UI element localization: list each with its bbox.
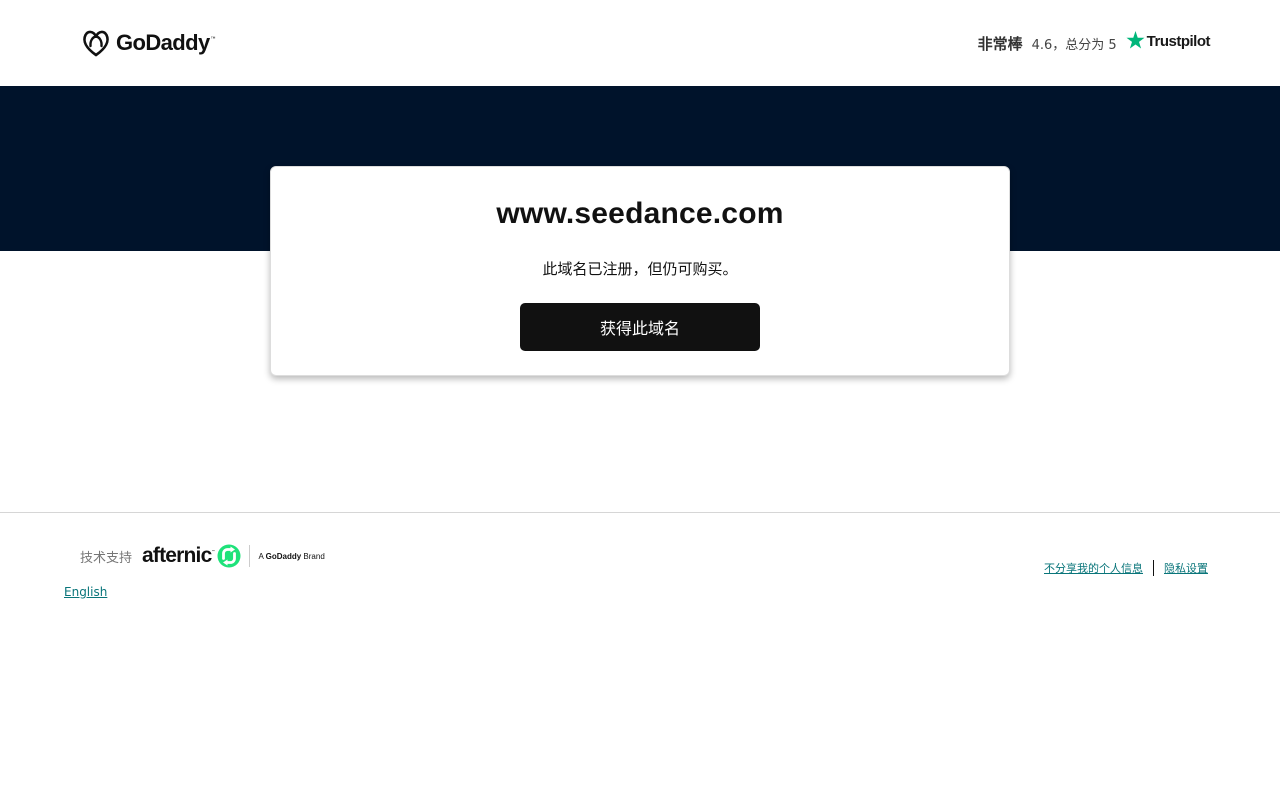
brand-note-prefix: A xyxy=(258,551,264,561)
domain-name: www.seedance.com xyxy=(496,197,784,230)
legal-links: 不分享我的个人信息 隐私设置 xyxy=(1044,560,1208,576)
godaddy-heart-icon xyxy=(83,30,109,57)
brand-divider xyxy=(249,545,251,567)
logo-wordmark: GoDaddy xyxy=(116,30,210,55)
godaddy-brand-note: A GoDaddy Brand xyxy=(258,552,324,561)
brand-note-suffix: Brand xyxy=(303,551,325,561)
trustpilot-wordmark: Trustpilot xyxy=(1146,32,1211,50)
logo-trademark: ™ xyxy=(210,36,216,42)
get-domain-button[interactable]: 获得此域名 xyxy=(520,303,760,351)
rating-word: 非常棒 xyxy=(977,34,1023,53)
domain-status-text: 此域名已注册，但仍可购买。 xyxy=(542,260,738,278)
godaddy-logo[interactable]: GoDaddy ™ xyxy=(81,28,216,58)
language-link-english[interactable]: English xyxy=(64,585,107,599)
do-not-share-info-link[interactable]: 不分享我的个人信息 xyxy=(1044,560,1143,576)
footer-divider xyxy=(0,512,1280,513)
powered-by-label: 技术支持 xyxy=(80,550,133,566)
afternic-wordmark: afternic xyxy=(142,544,212,567)
afternic-trademark: ™ xyxy=(211,549,216,554)
rating-score: 4.6，总分为 5 xyxy=(1031,37,1117,53)
trustpilot-star-icon xyxy=(1126,31,1145,49)
domain-card: www.seedance.com 此域名已注册，但仍可购买。 获得此域名 xyxy=(270,166,1010,376)
powered-by: 技术支持 afternic ™ A GoDaddy Brand xyxy=(80,544,325,568)
legal-link-separator xyxy=(1153,560,1154,576)
trustpilot-rating[interactable]: 非常棒 4.6，总分为 5 Trustpilot xyxy=(977,30,1211,56)
site-header: GoDaddy ™ 非常棒 4.6，总分为 5 Trustpilot xyxy=(0,0,1280,86)
privacy-settings-link[interactable]: 隐私设置 xyxy=(1164,560,1208,576)
brand-note-name: GoDaddy xyxy=(265,551,302,561)
afternic-arrows-icon xyxy=(217,544,241,568)
